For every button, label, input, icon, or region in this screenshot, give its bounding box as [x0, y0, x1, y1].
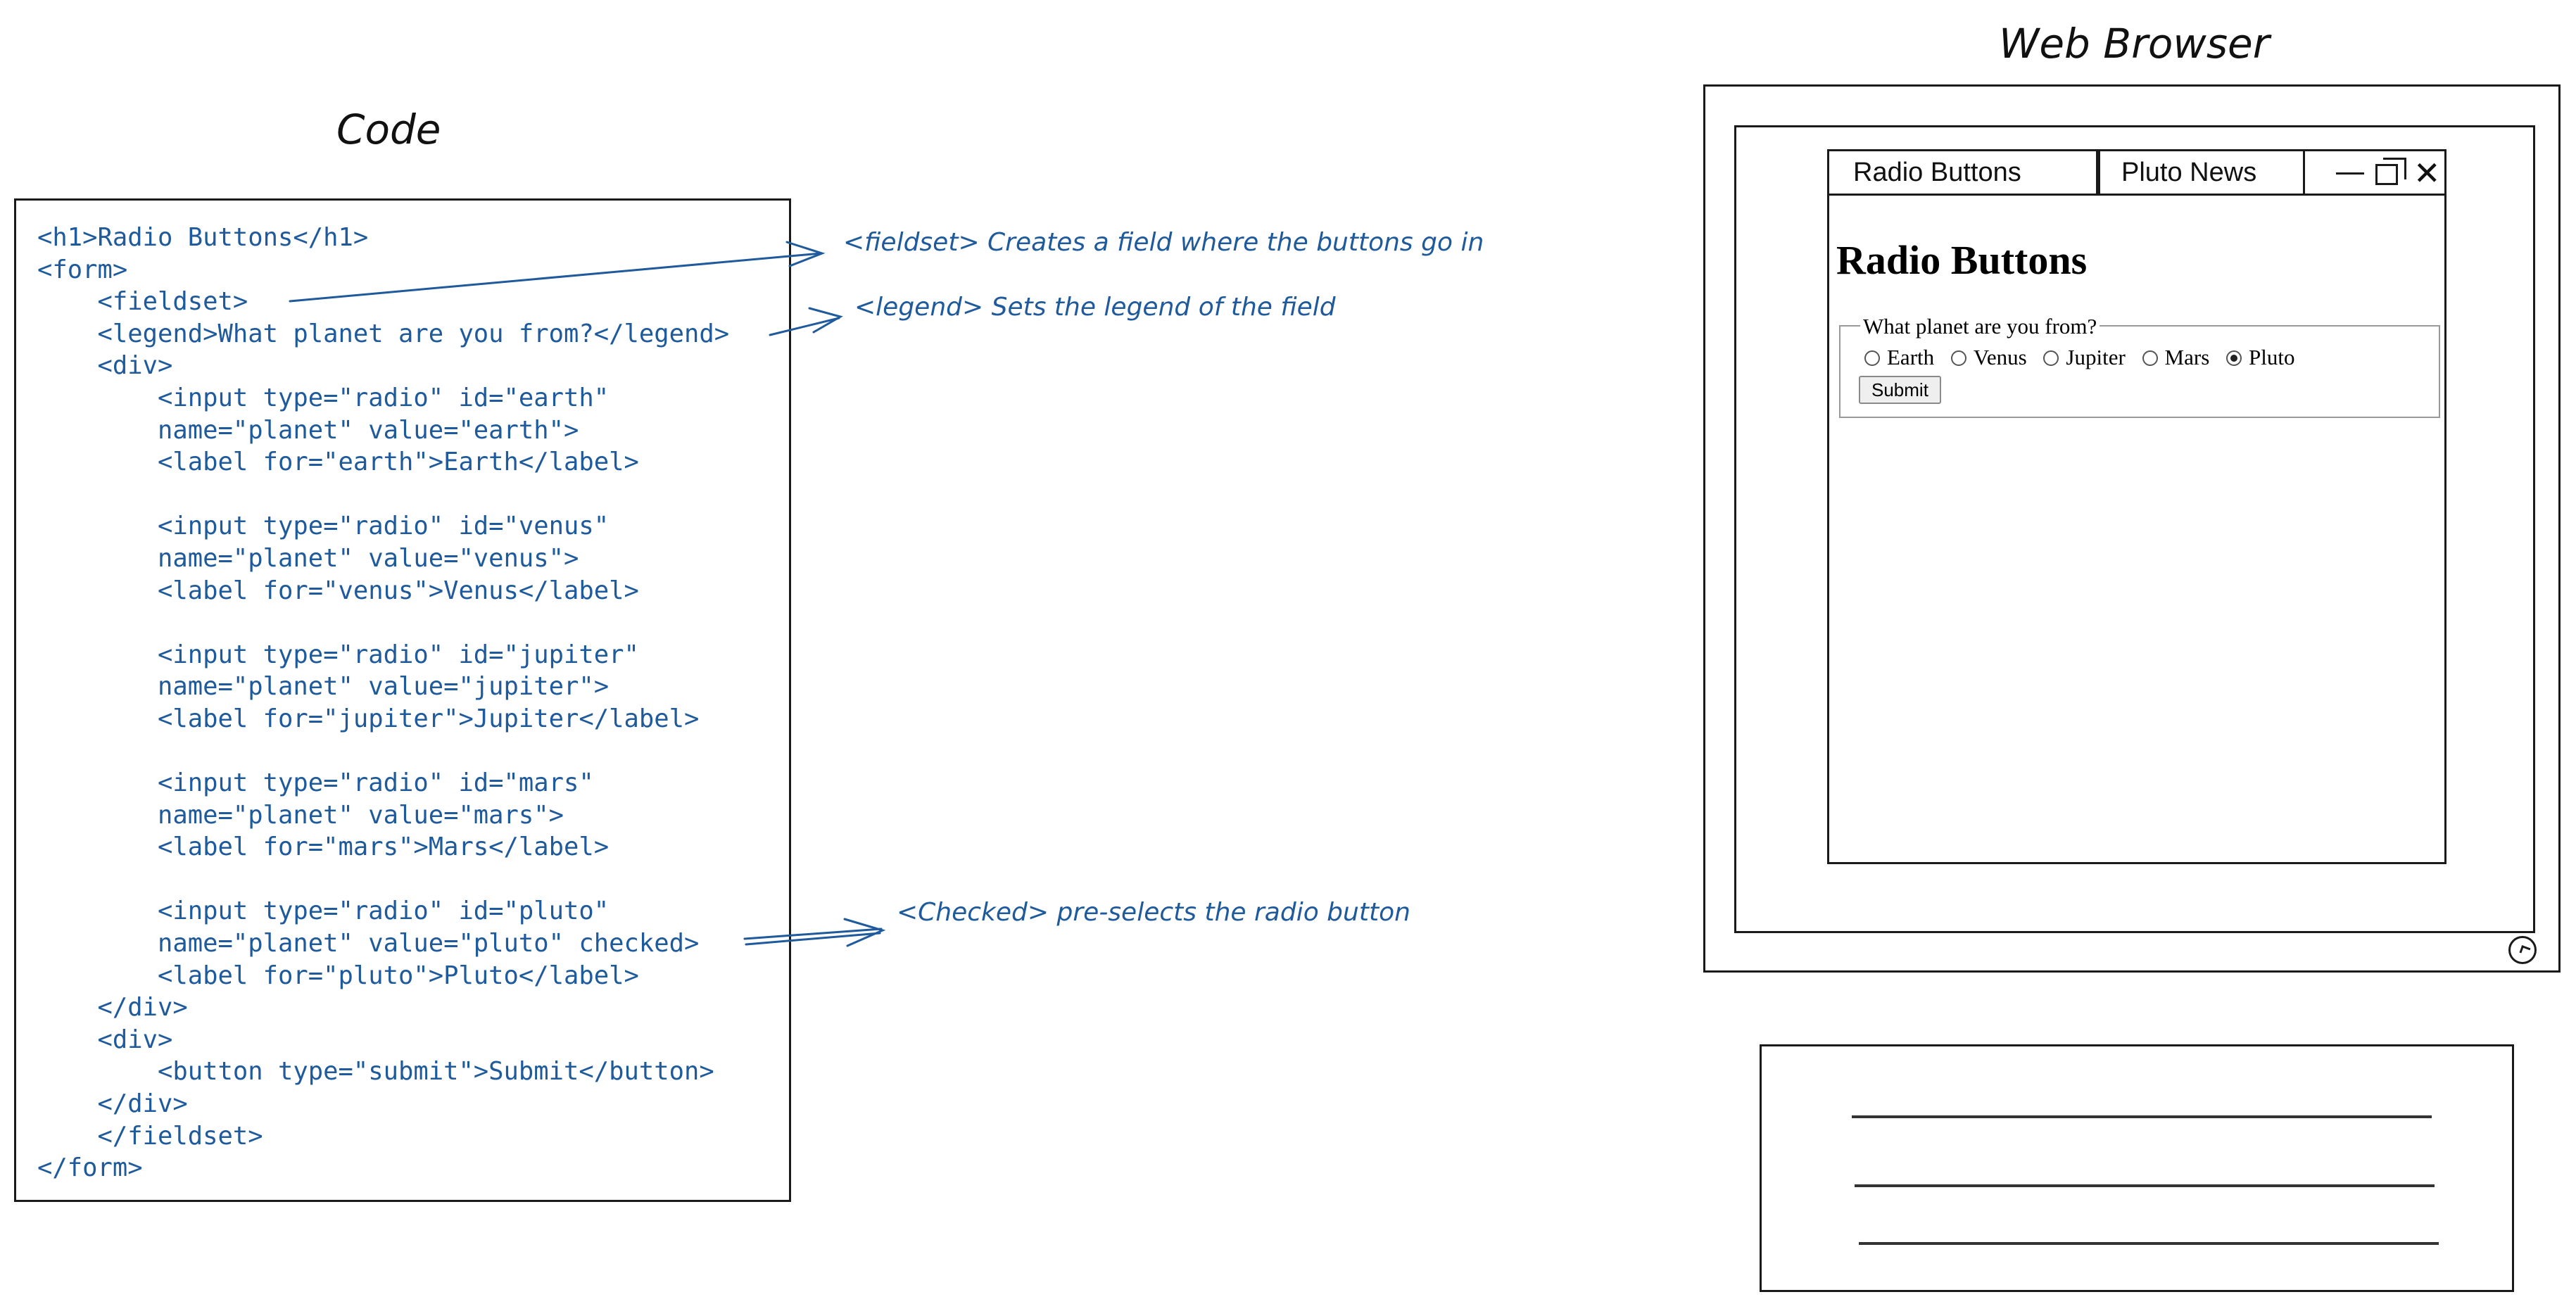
- checked-annotation: <Checked> pre-selects the radio button: [897, 898, 1410, 927]
- code-line: </form>: [37, 1153, 143, 1183]
- code-line: <div>: [37, 351, 173, 381]
- planet-fieldset: What planet are you from? Earth Venus Ju…: [1839, 314, 2440, 418]
- code-line: </fieldset>: [37, 1121, 263, 1151]
- radio-earth-label: Earth: [1887, 345, 1935, 369]
- code-line: name="planet" value="jupiter">: [37, 672, 610, 702]
- fieldset-arrowhead: [785, 241, 826, 267]
- radio-jupiter-circle[interactable]: [2043, 350, 2059, 366]
- keyboard-line: [1855, 1184, 2435, 1187]
- keyboard-line: [1859, 1242, 2439, 1245]
- code-line: <div>: [37, 1025, 173, 1054]
- code-line: name="planet" value="pluto" checked>: [37, 929, 700, 958]
- code-line: name="planet" value="venus">: [37, 543, 579, 573]
- browser-tab-bar: Radio Buttons Pluto News ✕: [1827, 149, 2446, 196]
- code-line: <input type="radio" id="mars": [37, 768, 594, 798]
- checked-arrowhead: [843, 918, 886, 947]
- code-line: <fieldset>: [37, 287, 248, 317]
- browser-page: Radio Buttons What planet are you from? …: [1827, 196, 2446, 864]
- keyboard: [1760, 1044, 2514, 1292]
- tab-pluto-news[interactable]: Pluto News: [2098, 151, 2305, 194]
- radio-pluto[interactable]: Pluto: [2226, 345, 2294, 370]
- radio-venus-label: Venus: [1973, 345, 2027, 369]
- code-line: <label for="pluto">Pluto</label>: [37, 961, 639, 990]
- code-line: <form>: [37, 255, 128, 284]
- maximize-icon[interactable]: [2375, 158, 2406, 185]
- code-line: <label for="venus">Venus</label>: [37, 576, 639, 605]
- radio-mars-label: Mars: [2164, 345, 2210, 369]
- code-line: name="planet" value="earth">: [37, 415, 579, 445]
- code-listing: <h1>Radio Buttons</h1> <form> <fieldset> …: [37, 222, 729, 1184]
- code-line: <button type="submit">Submit</button>: [37, 1057, 714, 1087]
- planet-radio-group: Earth Venus Jupiter Mars Pluto: [1864, 345, 2306, 370]
- code-line: </div>: [37, 993, 188, 1023]
- radio-venus-circle[interactable]: [1950, 350, 1966, 366]
- power-icon: [2519, 945, 2531, 956]
- fieldset-annotation: <fieldset> Creates a field where the but…: [843, 228, 1484, 257]
- code-line: name="planet" value="mars">: [37, 800, 564, 830]
- code-line: <label for="mars">Mars</label>: [37, 833, 610, 862]
- code-line: <label for="earth">Earth</label>: [37, 448, 639, 477]
- code-line: <input type="radio" id="pluto": [37, 897, 610, 926]
- web-browser-title: Web Browser: [1999, 20, 2270, 68]
- tab-radio-buttons[interactable]: Radio Buttons: [1829, 151, 2098, 194]
- radio-mars[interactable]: Mars: [2142, 345, 2210, 370]
- radio-venus[interactable]: Venus: [1950, 345, 2027, 370]
- code-line: <input type="radio" id="earth": [37, 383, 610, 412]
- code-line: <label for="jupiter">Jupiter</label>: [37, 704, 700, 733]
- code-panel: <h1>Radio Buttons</h1> <form> <fieldset> …: [14, 198, 791, 1202]
- minimize-icon[interactable]: [2336, 172, 2364, 175]
- keyboard-line: [1852, 1115, 2432, 1118]
- code-section-title: Code: [336, 106, 441, 153]
- code-line: <input type="radio" id="venus": [37, 512, 610, 541]
- legend-arrowhead: [808, 307, 843, 334]
- close-icon[interactable]: ✕: [2413, 157, 2441, 189]
- legend-annotation: <legend> Sets the legend of the field: [854, 293, 1336, 322]
- power-button: [2508, 936, 2537, 964]
- submit-button[interactable]: Submit: [1859, 376, 1941, 404]
- code-line: </div>: [37, 1089, 188, 1119]
- radio-earth[interactable]: Earth: [1864, 345, 1934, 370]
- code-line: <input type="radio" id="jupiter": [37, 640, 639, 669]
- code-line: <h1>Radio Buttons</h1>: [37, 223, 369, 252]
- radio-pluto-circle[interactable]: [2226, 350, 2242, 366]
- radio-mars-circle[interactable]: [2142, 350, 2158, 366]
- code-line: <legend>What planet are you from?</legen…: [37, 319, 730, 348]
- fieldset-legend: What planet are you from?: [1860, 314, 2100, 339]
- radio-jupiter-label: Jupiter: [2066, 345, 2126, 369]
- radio-pluto-label: Pluto: [2249, 345, 2295, 369]
- page-heading: Radio Buttons: [1836, 237, 2088, 283]
- radio-earth-circle[interactable]: [1864, 350, 1880, 366]
- radio-jupiter[interactable]: Jupiter: [2043, 345, 2126, 370]
